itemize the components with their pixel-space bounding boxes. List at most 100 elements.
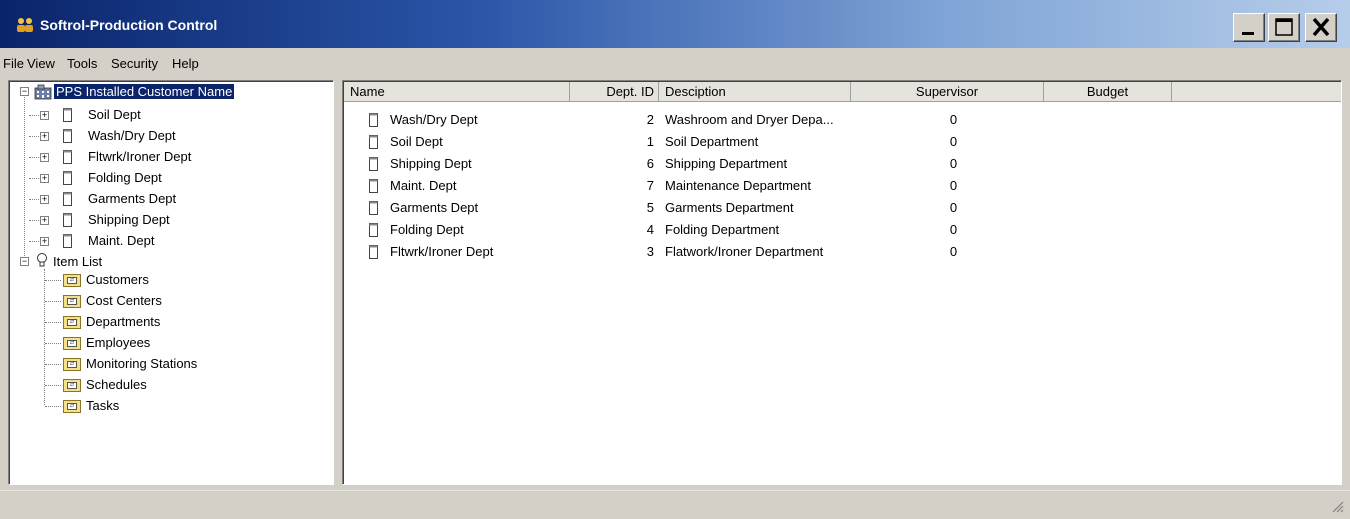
cell-name: Fltwrk/Ironer Dept	[390, 244, 494, 259]
expand-toggle[interactable]: +	[40, 237, 49, 246]
expand-toggle[interactable]: +	[40, 132, 49, 141]
column-header-description[interactable]: Desciption	[659, 82, 851, 102]
folder-icon: ⇄	[63, 358, 81, 371]
cell-supervisor: 0	[949, 244, 958, 259]
cell-dept-id: 4	[646, 222, 654, 237]
cell-name: Soil Dept	[390, 134, 443, 149]
dept-icon	[63, 234, 72, 248]
folder-icon: ⇄	[63, 337, 81, 350]
tree-list-label: Employees	[86, 335, 151, 350]
tree-connector	[45, 301, 61, 302]
dept-icon	[369, 245, 378, 259]
collapse-toggle[interactable]: −	[20, 87, 29, 96]
tree-dept-label: Wash/Dry Dept	[88, 128, 176, 143]
minimize-icon	[1242, 32, 1254, 35]
navigation-tree[interactable]: − PPS Installed Customer Name + Soil Dep…	[8, 80, 334, 485]
cell-name: Garments Dept	[390, 200, 479, 215]
menu-tools[interactable]: Tools	[67, 56, 97, 71]
title-bar[interactable]: Softrol-Production Control	[0, 0, 1350, 48]
cell-dept-id: 7	[646, 178, 654, 193]
minimize-button[interactable]	[1233, 13, 1265, 42]
menu-view[interactable]: View	[27, 56, 55, 71]
tree-root-label: PPS Installed Customer Name	[52, 83, 236, 100]
folder-icon: ⇄	[63, 316, 81, 329]
dept-icon	[63, 171, 72, 185]
cell-description: Maintenance Department	[665, 178, 811, 193]
cell-description: Flatwork/Ironer Department	[665, 244, 824, 259]
folder-icon: ⇄	[63, 400, 81, 413]
building-icon	[34, 84, 52, 100]
cell-description: Soil Department	[665, 134, 759, 149]
tree-connector	[45, 343, 61, 344]
tree-connector	[45, 364, 61, 365]
cell-dept-id: 5	[646, 200, 654, 215]
tree-list-label: Departments	[86, 314, 161, 329]
close-icon	[1312, 17, 1330, 37]
tree-item-list[interactable]: Item List	[53, 252, 102, 272]
cell-description: Garments Department	[665, 200, 794, 215]
tree-connector	[24, 95, 25, 260]
tree-connector	[45, 406, 61, 407]
status-bar	[0, 490, 1350, 519]
cell-dept-id: 6	[646, 156, 654, 171]
people-icon	[17, 18, 33, 32]
tree-connector	[45, 385, 61, 386]
cell-description: Folding Department	[665, 222, 780, 237]
resize-grip-icon[interactable]	[1330, 499, 1344, 513]
tree-connector	[45, 322, 61, 323]
collapse-toggle[interactable]: −	[20, 257, 29, 266]
cell-supervisor: 0	[949, 222, 958, 237]
dept-icon	[369, 179, 378, 193]
tree-root[interactable]: PPS Installed Customer Name	[52, 82, 236, 102]
menu-bar: File View Tools Security Help	[0, 52, 1350, 74]
maximize-button[interactable]	[1268, 13, 1300, 42]
tree-dept-label: Soil Dept	[88, 107, 141, 122]
menu-security[interactable]: Security	[111, 56, 158, 71]
tree-connector	[45, 280, 61, 281]
tree-list-label: Schedules	[86, 377, 147, 392]
cell-name: Folding Dept	[390, 222, 464, 237]
expand-toggle[interactable]: +	[40, 153, 49, 162]
folder-icon: ⇄	[63, 274, 81, 287]
expand-toggle[interactable]: +	[40, 216, 49, 225]
menu-help[interactable]: Help	[172, 56, 199, 71]
column-header-supervisor[interactable]: Supervisor	[851, 82, 1044, 102]
expand-toggle[interactable]: +	[40, 195, 49, 204]
tree-dept-label: Folding Dept	[88, 170, 162, 185]
cell-supervisor: 0	[949, 134, 958, 149]
tree-list-label: Cost Centers	[86, 293, 162, 308]
tree-dept-label: Garments Dept	[88, 191, 177, 206]
cell-name: Maint. Dept	[390, 178, 457, 193]
column-header-dept-id[interactable]: Dept. ID	[570, 82, 659, 102]
dept-icon	[63, 213, 72, 227]
expand-toggle[interactable]: +	[40, 111, 49, 120]
cell-name: Shipping Dept	[390, 156, 472, 171]
lightbulb-icon	[37, 253, 47, 267]
cell-supervisor: 0	[949, 200, 958, 215]
tree-dept-label: Maint. Dept	[88, 233, 155, 248]
cell-dept-id: 1	[646, 134, 654, 149]
tree-list-label: Customers	[86, 272, 149, 287]
expand-toggle[interactable]: +	[40, 174, 49, 183]
cell-name: Wash/Dry Dept	[390, 112, 478, 127]
tree-list-label: Monitoring Stations	[86, 356, 198, 371]
tree-dept-label: Fltwrk/Ironer Dept	[88, 149, 192, 164]
maximize-icon	[1275, 18, 1293, 36]
dept-icon	[63, 108, 72, 122]
column-header-name[interactable]: Name	[344, 82, 570, 102]
tree-list-label: Tasks	[86, 398, 120, 413]
cell-description: Washroom and Dryer Depa...	[665, 112, 834, 127]
dept-icon	[63, 150, 72, 164]
tree-dept-label: Shipping Dept	[88, 212, 170, 227]
cell-dept-id: 2	[646, 112, 654, 127]
dept-icon	[369, 157, 378, 171]
dept-icon	[369, 223, 378, 237]
close-button[interactable]	[1305, 13, 1337, 42]
cell-description: Shipping Department	[665, 156, 788, 171]
folder-icon: ⇄	[63, 379, 81, 392]
dept-icon	[369, 113, 378, 127]
column-header-budget[interactable]: Budget	[1044, 82, 1172, 102]
menu-file[interactable]: File	[3, 56, 24, 71]
cell-dept-id: 3	[646, 244, 654, 259]
department-list[interactable]: Name Dept. ID Desciption Supervisor Budg…	[342, 80, 1342, 485]
